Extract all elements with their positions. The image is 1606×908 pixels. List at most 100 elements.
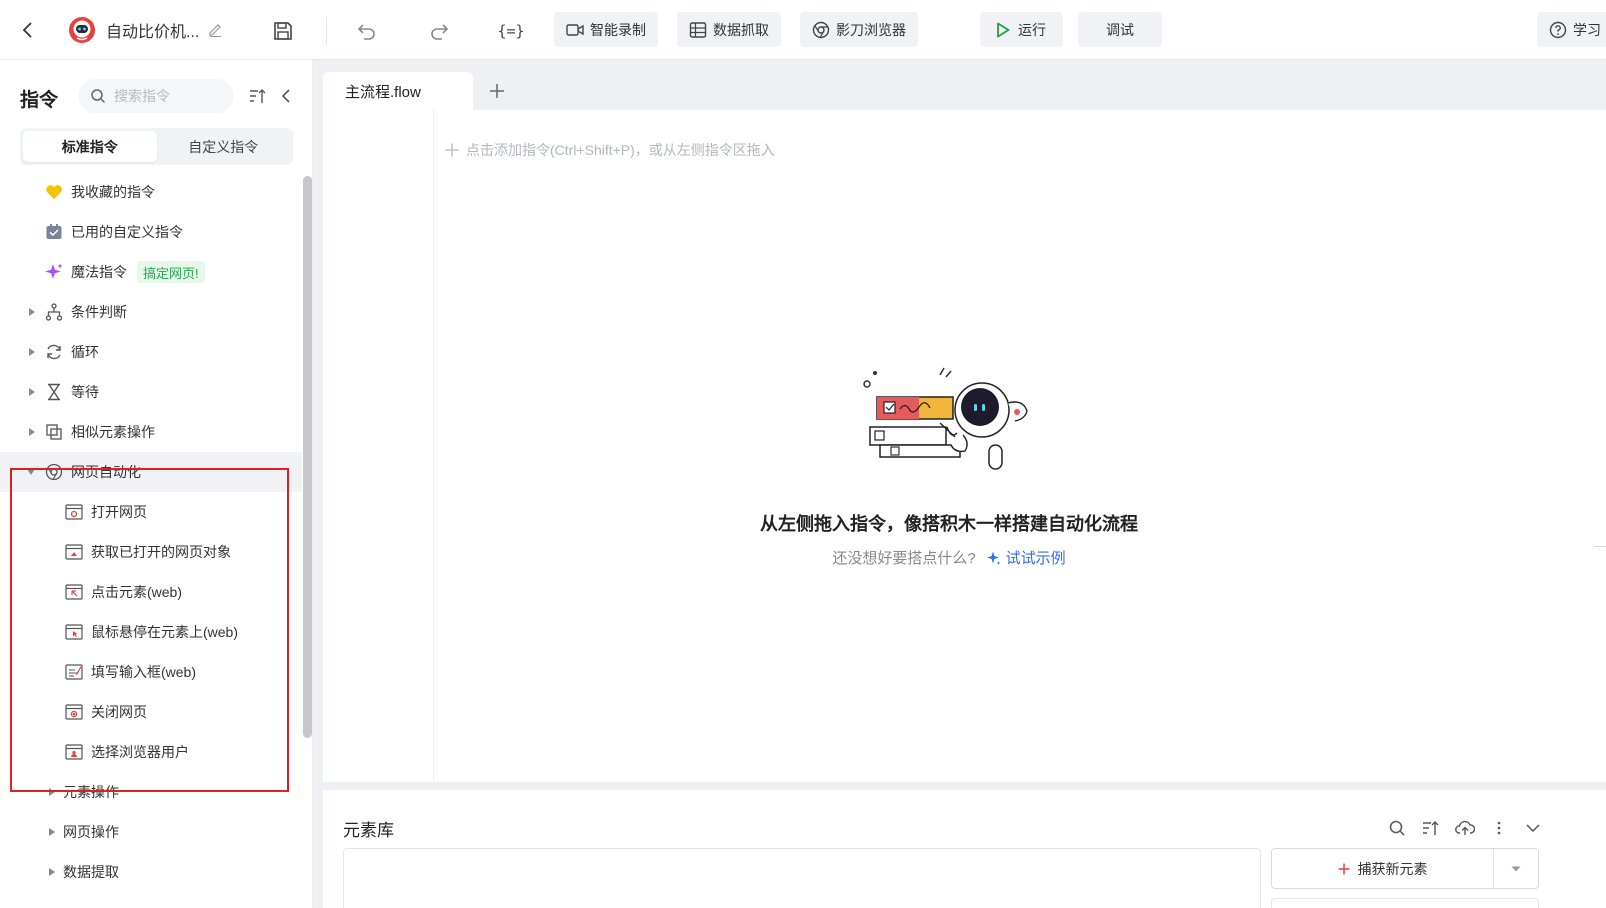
toolbar-divider [326,18,327,44]
tree-item-label: 元素操作 [63,784,119,800]
tree-item-close-webpage[interactable]: 关闭网页 [0,692,302,732]
top-toolbar: 自动比价机... {=} 智能录制 数据抓取 影刀浏览器 运行 调试 学习 [0,0,1606,60]
heart-icon [44,182,64,202]
save-button[interactable] [268,16,298,46]
tree-item-favorites[interactable]: 我收藏的指令 [0,172,302,212]
collapse-panel-icon[interactable] [278,87,294,105]
hourglass-icon [44,382,64,402]
tree-item-label: 魔法指令 [71,264,127,280]
command-panel: 指令 标准指令 自定义指令 我收藏的指令 已用的自定义指令 魔法指令 搞定网页! [0,60,313,908]
tree-item-used-custom[interactable]: 已用的自定义指令 [0,212,302,252]
learn-button[interactable]: 学习 [1537,12,1606,47]
tree-item-web-automation[interactable]: 网页自动化 [0,452,302,492]
tree-item-select-browser-user[interactable]: 选择浏览器用户 [0,732,302,772]
back-button[interactable] [14,16,42,44]
element-library-title: 元素库 [343,821,394,840]
editor-area: 主流程.flow 点击添加指令(Ctrl+Shift+P)，或从左侧指令区拖入 [313,60,1606,908]
element-library-panel: 元素库 捕获新元素 [323,790,1606,908]
tree-item-wait[interactable]: 等待 [0,372,302,412]
capture-options-dropdown[interactable] [1494,849,1538,888]
run-button[interactable]: 运行 [980,12,1063,47]
try-example-link[interactable]: 试试示例 [986,547,1066,568]
redo-icon [431,24,449,40]
tree-item-label: 条件判断 [71,304,127,320]
tab-main-flow[interactable]: 主流程.flow [323,72,473,110]
tree-item-similar-elements[interactable]: 相似元素操作 [0,412,302,452]
chevron-down-icon[interactable] [1522,817,1544,839]
search-input[interactable] [114,88,224,104]
tree-item-hover-element[interactable]: 鼠标悬停在元素上(web) [0,612,302,652]
smart-record-button[interactable]: 智能录制 [554,12,658,47]
table-icon [689,21,707,39]
empty-state-title: 从左侧拖入指令，像搭积木一样搭建自动化流程 [760,514,1138,534]
search-box[interactable] [78,79,234,113]
tree-item-click-element[interactable]: 点击元素(web) [0,572,302,612]
caret-right-icon [27,347,37,357]
cloud-upload-icon[interactable] [1454,817,1476,839]
tree-item-fill-input[interactable]: 填写输入框(web) [0,652,302,692]
app-logo [68,16,96,44]
tab-standard-commands[interactable]: 标准指令 [23,131,157,162]
caret-down-icon [26,467,36,477]
add-command-hint[interactable]: 点击添加指令(Ctrl+Shift+P)，或从左侧指令区拖入 [445,140,775,160]
tree-item-label: 鼠标悬停在元素上(web) [91,624,239,640]
chevron-left-icon [22,22,32,38]
search-icon [91,89,106,104]
tree-item-label: 循环 [71,344,99,360]
plus-icon [445,143,459,157]
tree-item-webpage-ops[interactable]: 网页操作 [0,812,302,852]
search-icon[interactable] [1386,817,1408,839]
data-scrape-button[interactable]: 数据抓取 [677,12,781,47]
tree-item-open-webpage[interactable]: 打开网页 [0,492,302,532]
tree-item-label: 获取已打开的网页对象 [91,544,231,560]
caret-right-icon [27,307,37,317]
flow-canvas[interactable]: 点击添加指令(Ctrl+Shift+P)，或从左侧指令区拖入 从左侧拖入指令，像… [323,110,1575,782]
tree-item-condition[interactable]: 条件判断 [0,292,302,332]
caret-right-icon [47,787,57,797]
chrome-icon [44,462,64,482]
canvas-right-margin [1575,110,1606,782]
tree-item-element-ops[interactable]: 元素操作 [0,772,302,812]
add-command-hint-text: 点击添加指令(Ctrl+Shift+P)，或从左侧指令区拖入 [466,142,775,158]
webpage-click-icon [64,582,84,602]
run-label: 运行 [1018,21,1046,38]
variables-button[interactable]: {=} [496,16,526,46]
tree-item-label: 网页自动化 [71,464,141,480]
tree-item-loop[interactable]: 循环 [0,332,302,372]
tree-item-label: 点击元素(web) [91,584,183,600]
redo-button[interactable] [424,16,454,46]
debug-label: 调试 [1106,21,1134,38]
element-preview [1271,898,1539,908]
line-gutter [323,110,434,782]
browser-label: 影刀浏览器 [836,21,906,38]
add-tab-button[interactable] [483,77,511,105]
webpage-open-icon [64,502,84,522]
debug-button[interactable]: 调试 [1078,12,1162,47]
empty-state-question: 还没想好要搭点什么? [832,550,976,567]
tab-custom-commands[interactable]: 自定义指令 [157,131,291,162]
sort-icon[interactable] [1420,817,1442,839]
refresh-loop-icon [44,342,64,362]
tree-item-label: 数据提取 [63,864,119,880]
browser-button[interactable]: 影刀浏览器 [800,12,918,47]
tree-item-get-opened-page[interactable]: 获取已打开的网页对象 [0,532,302,572]
tree-item-magic[interactable]: 魔法指令 搞定网页! [0,252,302,292]
save-icon [274,22,292,40]
undo-button[interactable] [352,16,382,46]
pencil-icon [209,24,221,37]
webpage-user-icon [64,742,84,762]
rename-button[interactable] [206,20,224,38]
panel-title: 指令 [20,90,59,111]
tree-item-data-extraction[interactable]: 数据提取 [0,852,302,892]
panel-scrollbar[interactable] [303,176,312,738]
video-camera-icon [566,21,584,39]
capture-element-button[interactable]: 捕获新元素 [1271,848,1539,889]
sort-icon[interactable] [249,87,267,105]
undo-icon [357,24,375,40]
capture-element-main[interactable]: 捕获新元素 [1272,849,1494,888]
tree-item-label: 我收藏的指令 [71,184,155,200]
learn-label: 学习 [1573,21,1601,38]
chrome-icon [812,21,830,39]
element-list[interactable] [343,848,1261,908]
more-vertical-icon[interactable] [1488,817,1510,839]
